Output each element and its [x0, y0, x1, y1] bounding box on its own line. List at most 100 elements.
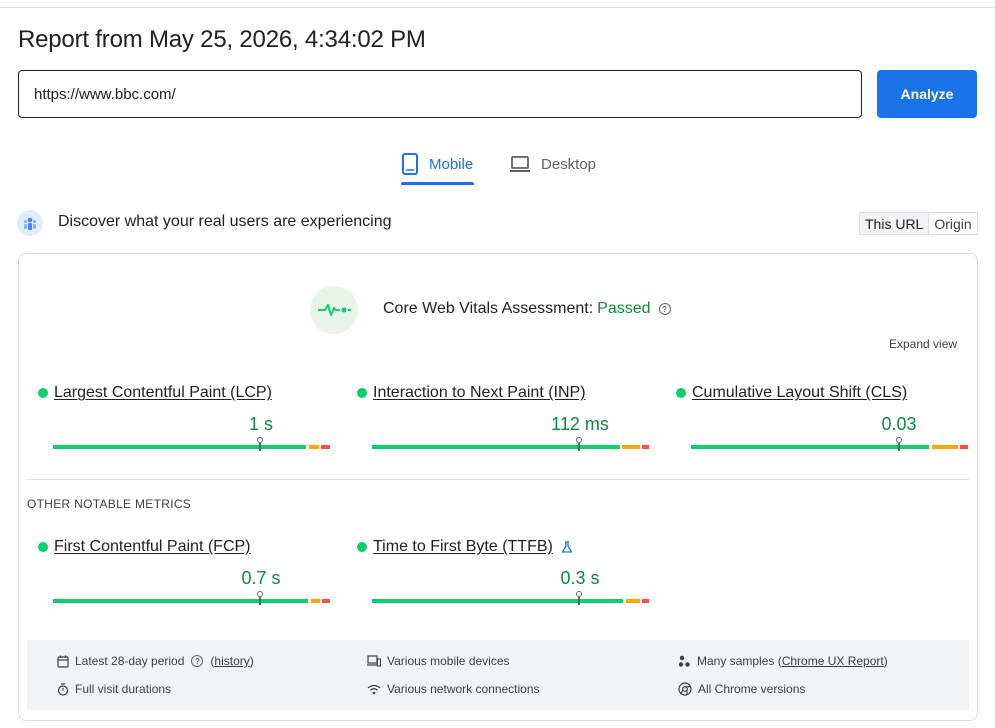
wifi-icon: [367, 684, 381, 694]
devices-icon: [367, 655, 381, 667]
metric-inp: Interaction to Next Paint (INP) 112 ms: [356, 384, 649, 464]
footer-network-label: Various network connections: [387, 682, 540, 696]
tab-mobile[interactable]: Mobile: [401, 144, 473, 184]
bar-poor-segment: [322, 599, 330, 603]
history-link[interactable]: history: [214, 654, 249, 668]
metric-value-fcp: 0.7 s: [241, 568, 281, 588]
footer-period-label: Latest 28-day period: [75, 654, 185, 668]
metric-ttfb: Time to First Byte (TTFB) 0.3 s: [356, 538, 649, 618]
percentile-marker-line: [259, 443, 261, 451]
good-status-dot: [357, 388, 367, 398]
bar-ni-segment: [626, 599, 640, 603]
toggle-this-url[interactable]: This URL: [860, 213, 930, 234]
good-status-dot: [38, 542, 48, 552]
metric-header: Largest Contentful Paint (LCP): [37, 384, 272, 402]
url-origin-toggle: This URL Origin: [859, 212, 978, 235]
top-divider: [0, 7, 995, 8]
other-metrics-heading: OTHER NOTABLE METRICS: [27, 497, 192, 511]
metric-value-inp: 112 ms: [551, 414, 609, 434]
tab-desktop-label: Desktop: [541, 155, 597, 173]
percentile-marker: [576, 591, 582, 597]
device-tabs: Mobile Desktop: [0, 144, 995, 186]
help-icon[interactable]: ?: [191, 655, 204, 667]
footer-durations: Full visit durations: [57, 682, 171, 696]
cwv-assessment: Core Web Vitals Assessment: Passed ?: [383, 300, 671, 318]
report-title: Report from May 25, 2026, 4:34:02 PM: [18, 26, 426, 53]
help-icon[interactable]: ?: [658, 303, 671, 315]
calendar-icon: [57, 655, 69, 668]
tab-desktop[interactable]: Desktop: [509, 144, 596, 184]
bar-good-segment: [53, 445, 306, 449]
section-divider: [27, 479, 969, 480]
bar-poor-segment: [960, 445, 968, 449]
bar-good-segment: [691, 445, 929, 449]
footer-durations-label: Full visit durations: [75, 682, 172, 696]
metric-name-lcp[interactable]: Largest Contentful Paint (LCP): [54, 384, 272, 402]
metric-header: First Contentful Paint (FCP): [37, 538, 251, 556]
distribution-bar: [691, 437, 968, 451]
bar-ni-segment: [309, 445, 319, 449]
footer-network: Various network connections: [367, 682, 540, 696]
active-tab-indicator: [401, 182, 474, 185]
metric-name-cls[interactable]: Cumulative Layout Shift (CLS): [692, 384, 907, 402]
metric-value-ttfb: 0.3 s: [560, 568, 600, 588]
good-status-dot: [357, 542, 367, 552]
distribution-bar: [53, 591, 330, 605]
distribution-bar: [372, 437, 649, 451]
bar-good-segment: [53, 599, 308, 603]
percentile-marker-line: [578, 597, 580, 605]
good-status-dot: [676, 388, 686, 398]
history-paren-close: ): [249, 654, 254, 668]
percentile-marker: [896, 437, 902, 443]
metric-value-lcp: 1 s: [248, 414, 274, 434]
samples-prefix: Many samples (: [697, 654, 782, 668]
metric-fcp: First Contentful Paint (FCP) 0.7 s: [37, 538, 330, 618]
footer-chrome-label: All Chrome versions: [698, 682, 806, 696]
footer-devices: Various mobile devices: [367, 654, 510, 668]
metric-header: Time to First Byte (TTFB): [356, 538, 573, 556]
metric-name-fcp[interactable]: First Contentful Paint (FCP): [54, 538, 251, 556]
experimental-beaker-icon: [561, 541, 573, 553]
metric-value-cls: 0.03: [881, 414, 917, 434]
metric-name-inp[interactable]: Interaction to Next Paint (INP): [373, 384, 586, 402]
bar-ni-segment: [932, 445, 958, 449]
distribution-bar: [372, 591, 649, 605]
url-input[interactable]: https://www.bbc.com/: [18, 70, 862, 118]
analyze-button[interactable]: Analyze: [877, 70, 977, 118]
heartbeat-icon: [310, 286, 358, 334]
bar-poor-segment: [642, 445, 649, 449]
bar-poor-segment: [321, 445, 330, 449]
metric-name-ttfb[interactable]: Time to First Byte (TTFB): [373, 538, 553, 556]
metric-header: Cumulative Layout Shift (CLS): [675, 384, 907, 402]
bar-good-segment: [372, 599, 623, 603]
footer-chrome: All Chrome versions: [678, 682, 805, 696]
laptop-icon: [510, 156, 530, 172]
percentile-marker: [576, 437, 582, 443]
expand-view-button[interactable]: Expand view: [889, 337, 957, 351]
tab-mobile-label: Mobile: [429, 155, 474, 173]
metric-cls: Cumulative Layout Shift (CLS) 0.03: [675, 384, 968, 464]
chrome-ux-report-link[interactable]: Chrome UX Report: [782, 654, 884, 668]
crux-heading: Discover what your real users are experi…: [58, 213, 392, 230]
cwv-assessment-label: Core Web Vitals Assessment:: [383, 300, 594, 317]
users-icon: [17, 210, 43, 236]
samples-icon: [678, 655, 690, 667]
percentile-marker-line: [259, 597, 261, 605]
samples-suffix: ): [883, 654, 888, 668]
footer-devices-label: Various mobile devices: [387, 654, 510, 668]
percentile-marker-line: [898, 443, 900, 451]
bar-poor-segment: [642, 599, 649, 603]
distribution-bar: [53, 437, 330, 451]
toggle-origin[interactable]: Origin: [929, 213, 976, 234]
metric-header: Interaction to Next Paint (INP): [356, 384, 586, 402]
percentile-marker-line: [578, 443, 580, 451]
footer-period: Latest 28-day period ? (history): [57, 654, 254, 668]
stopwatch-icon: [57, 682, 69, 696]
bar-ni-segment: [311, 599, 320, 603]
cwv-status: Passed: [597, 300, 651, 317]
bar-good-segment: [372, 445, 620, 449]
footer-samples: Many samples (Chrome UX Report): [678, 654, 888, 668]
metric-lcp: Largest Contentful Paint (LCP) 1 s: [37, 384, 330, 464]
bar-ni-segment: [622, 445, 640, 449]
percentile-marker: [257, 591, 263, 597]
